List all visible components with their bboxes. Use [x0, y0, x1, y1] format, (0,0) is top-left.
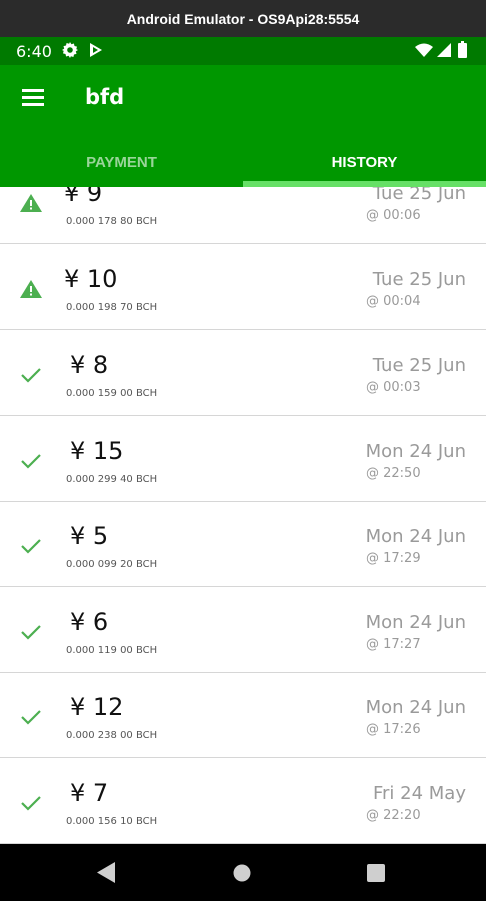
row-time: @ 22:20 [366, 808, 421, 823]
history-row[interactable]: ¥ 7 0.000 156 10 BCH Fri 24 May @ 22:20 [0, 758, 486, 844]
check-icon [21, 625, 41, 640]
emulator-title-bar: Android Emulator - OS9Api28:5554 [0, 0, 486, 37]
row-amount: ¥ 10 [64, 265, 118, 293]
row-crypto-amount: 0.000 238 00 BCH [66, 730, 158, 741]
row-date: Mon 24 Jun [365, 526, 466, 547]
history-row[interactable]: ¥ 5 0.000 099 20 BCH Mon 24 Jun @ 17:29 [0, 501, 486, 587]
check-icon [21, 710, 41, 725]
row-time: @ 17:26 [366, 722, 421, 737]
check-icon [21, 454, 41, 469]
play-store-icon [90, 43, 102, 57]
row-crypto-amount: 0.000 178 80 BCH [66, 216, 158, 227]
status-bar: 6:40 [0, 37, 486, 65]
history-row[interactable]: ¥ 15 0.000 299 40 BCH Mon 24 Jun @ 22:50 [0, 416, 486, 502]
row-time: @ 00:06 [366, 208, 421, 223]
row-date: Tue 25 Jun [372, 187, 466, 204]
row-crypto-amount: 0.000 099 20 BCH [66, 559, 158, 570]
row-date: Mon 24 Jun [365, 441, 466, 462]
battery-icon [458, 41, 467, 58]
back-icon[interactable] [97, 862, 117, 883]
tab-history[interactable]: HISTORY [243, 138, 486, 187]
gear-icon [62, 42, 78, 58]
row-amount: ¥ 12 [70, 693, 124, 721]
row-time: @ 17:27 [366, 637, 421, 652]
row-crypto-amount: 0.000 156 10 BCH [66, 816, 158, 827]
history-row[interactable]: ¥ 10 0.000 198 70 BCH Tue 25 Jun @ 00:04 [0, 244, 486, 330]
status-time: 6:40 [16, 42, 52, 61]
row-amount: ¥ 9 [64, 187, 103, 207]
tab-payment-label: PAYMENT [86, 154, 157, 171]
history-list[interactable]: ¥ 9 0.000 178 80 BCH Tue 25 Jun @ 00:06 … [0, 187, 486, 844]
history-row[interactable]: ¥ 9 0.000 178 80 BCH Tue 25 Jun @ 00:06 [0, 187, 486, 244]
signal-icon [437, 43, 451, 57]
row-crypto-amount: 0.000 119 00 BCH [66, 645, 158, 656]
recents-icon[interactable] [367, 864, 385, 882]
wifi-icon [415, 43, 433, 57]
row-time: @ 17:29 [366, 551, 421, 566]
row-date: Mon 24 Jun [365, 697, 466, 718]
warning-icon [20, 280, 42, 298]
history-row[interactable]: ¥ 12 0.000 238 00 BCH Mon 24 Jun @ 17:26 [0, 672, 486, 758]
check-icon [21, 796, 41, 811]
system-nav-bar [0, 844, 486, 901]
tab-history-label: HISTORY [331, 154, 398, 171]
row-date: Tue 25 Jun [372, 355, 466, 376]
app-title: bfd [85, 85, 125, 109]
hamburger-menu-icon[interactable] [22, 89, 44, 107]
row-crypto-amount: 0.000 198 70 BCH [66, 302, 158, 313]
history-row[interactable]: ¥ 8 0.000 159 00 BCH Tue 25 Jun @ 00:03 [0, 330, 486, 416]
row-time: @ 00:03 [366, 380, 421, 395]
row-crypto-amount: 0.000 299 40 BCH [66, 474, 158, 485]
row-crypto-amount: 0.000 159 00 BCH [66, 388, 158, 399]
row-amount: ¥ 6 [70, 608, 109, 636]
history-row[interactable]: ¥ 6 0.000 119 00 BCH Mon 24 Jun @ 17:27 [0, 587, 486, 673]
row-amount: ¥ 15 [70, 437, 124, 465]
row-date: Fri 24 May [372, 783, 466, 804]
row-time: @ 22:50 [366, 466, 421, 481]
row-time: @ 00:04 [366, 294, 421, 309]
row-amount: ¥ 8 [70, 351, 109, 379]
check-icon [21, 368, 41, 383]
row-date: Tue 25 Jun [372, 269, 466, 290]
home-icon[interactable] [233, 864, 251, 882]
tab-payment[interactable]: PAYMENT [0, 138, 243, 187]
row-date: Mon 24 Jun [365, 612, 466, 633]
row-amount: ¥ 5 [70, 522, 109, 550]
warning-icon [20, 194, 42, 212]
check-icon [21, 539, 41, 554]
emulator-title: Android Emulator - OS9Api28:5554 [126, 10, 360, 27]
row-amount: ¥ 7 [70, 779, 109, 807]
